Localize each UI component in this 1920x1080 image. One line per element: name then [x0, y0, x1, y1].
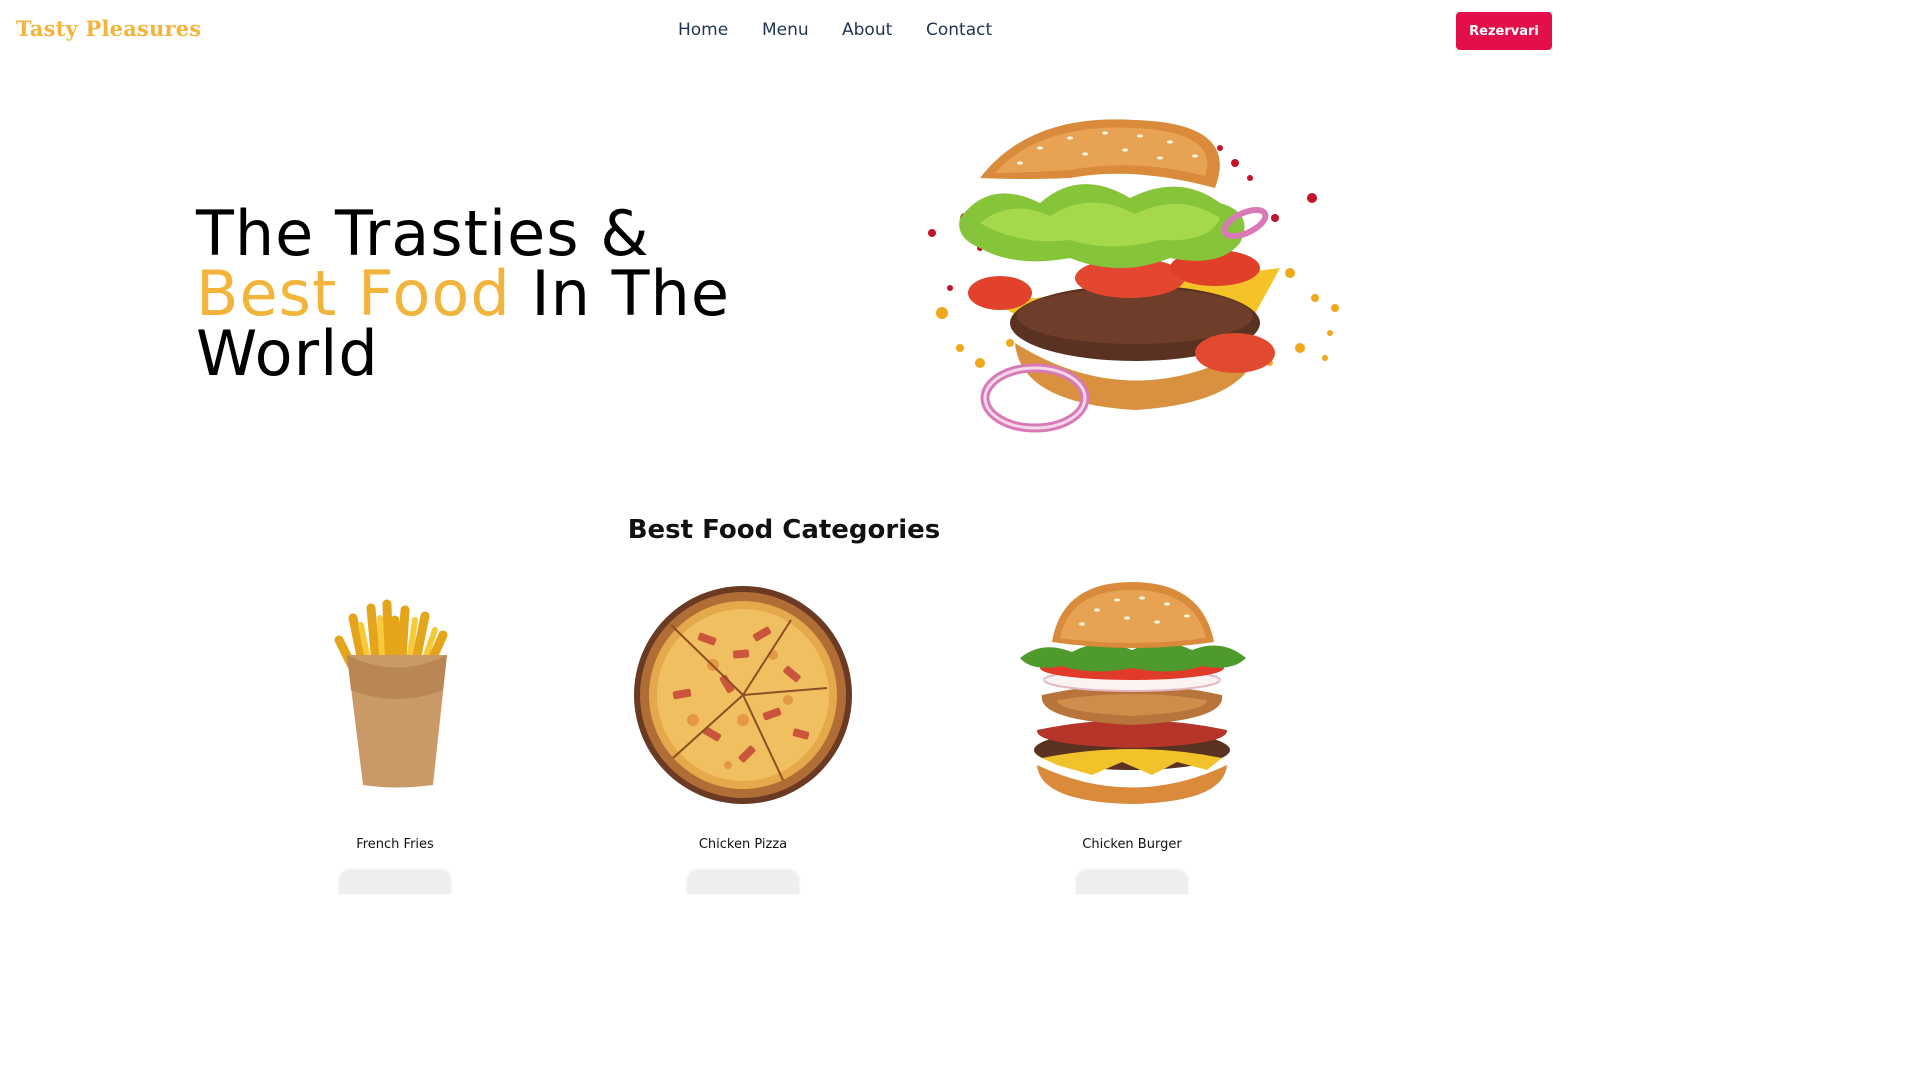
category-card-chicken-pizza[interactable]: Chicken Pizza: [613, 580, 873, 894]
categories-title: Best Food Categories: [627, 515, 941, 545]
hero-title-line-2: Best Food In The: [196, 263, 836, 325]
nav-about-link[interactable]: About: [842, 20, 892, 40]
main-nav: Home Menu About Contact: [0, 20, 1568, 42]
french-fries-order-button[interactable]: [339, 870, 451, 894]
burger-image: [1020, 582, 1246, 804]
category-label-french-fries: French Fries: [356, 837, 434, 852]
nav-home-link[interactable]: Home: [678, 20, 728, 40]
category-card-chicken-burger[interactable]: Chicken Burger: [1002, 580, 1262, 894]
category-label-chicken-pizza: Chicken Pizza: [698, 837, 788, 852]
chicken-pizza-order-button[interactable]: [687, 870, 799, 894]
reservation-button[interactable]: Rezervari: [1456, 12, 1552, 50]
hero-title: The Trasties & Best Food In The World: [196, 197, 836, 390]
hero-title-line-3: World: [196, 317, 379, 390]
pizza-image: [634, 586, 852, 804]
french-fries-image: [334, 599, 448, 788]
nav-contact-link[interactable]: Contact: [926, 20, 992, 40]
hero-title-line-1: The Trasties &: [196, 197, 650, 270]
nav-menu-link[interactable]: Menu: [762, 20, 809, 40]
category-card-french-fries[interactable]: French Fries: [265, 580, 525, 894]
hero-burger-image: [928, 119, 1339, 433]
category-label-chicken-burger: Chicken Burger: [1082, 837, 1182, 852]
hero-title-line-2-rest: In The: [510, 257, 730, 330]
chicken-burger-order-button[interactable]: [1076, 870, 1188, 894]
